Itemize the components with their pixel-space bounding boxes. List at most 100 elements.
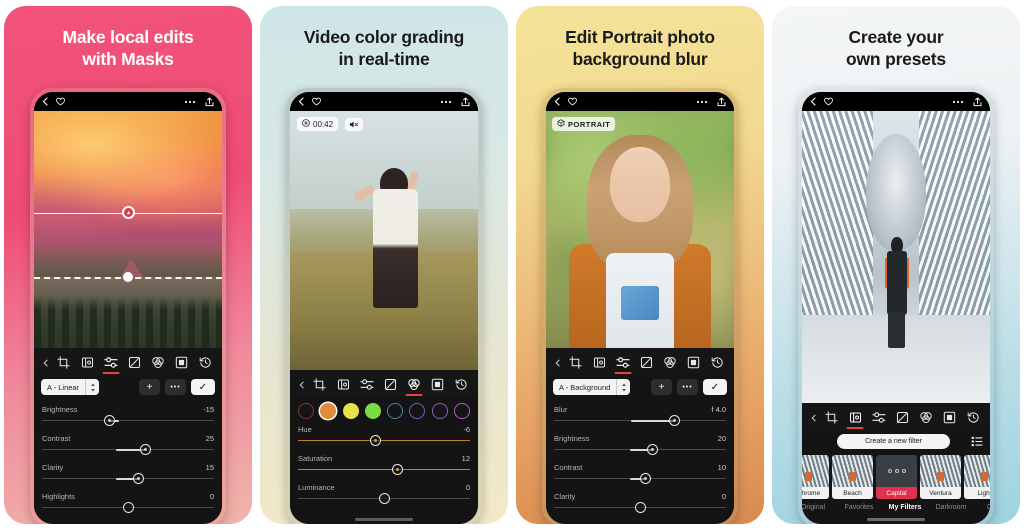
toolbar-back-button[interactable] [295, 375, 308, 394]
preset-thumbnail-row[interactable]: Chrome Beach Capital Ventura [802, 454, 990, 499]
vignette-icon[interactable] [170, 353, 194, 372]
tab-darkroom[interactable]: Darkroom [928, 504, 974, 511]
photo-canvas[interactable] [34, 111, 222, 348]
preset-item[interactable]: Light [964, 455, 990, 499]
create-new-filter-button[interactable]: Create a new filter [837, 434, 950, 449]
mask-falloff-handle[interactable] [123, 271, 133, 282]
history-icon[interactable] [193, 353, 217, 372]
slider-brightness[interactable]: Brightness 20 [554, 431, 726, 460]
slider-knob[interactable] [378, 493, 390, 504]
stepper-updown-icon[interactable] [85, 379, 99, 395]
ellipsis-icon[interactable] [696, 100, 708, 104]
sliders-icon[interactable] [867, 408, 891, 427]
chevron-left-icon[interactable] [42, 97, 48, 106]
share-icon[interactable] [205, 97, 214, 107]
tab-original[interactable]: Original [802, 504, 836, 511]
swatch-yellow[interactable] [342, 403, 359, 419]
stepper-updown-icon[interactable] [616, 379, 630, 395]
slider-hue[interactable]: Hue -6 [298, 422, 470, 451]
slider-saturation[interactable]: Saturation 12 [298, 451, 470, 480]
photo-canvas[interactable] [802, 111, 990, 403]
swatch-magenta[interactable] [453, 403, 470, 419]
ellipsis-icon[interactable] [952, 100, 964, 104]
slider-brightness[interactable]: Brightness -15 [42, 402, 214, 431]
swatch-green[interactable] [364, 403, 381, 419]
color-wheel-icon[interactable] [146, 353, 170, 372]
curves-icon[interactable] [123, 353, 147, 372]
curves-icon[interactable] [635, 353, 659, 372]
slider-knob[interactable] [639, 473, 651, 484]
photo-canvas[interactable]: PORTRAIT [546, 111, 734, 348]
slider-blur[interactable]: Blur f 4.0 [554, 402, 726, 431]
color-wheel-icon[interactable] [914, 408, 938, 427]
portrait-mode-badge[interactable]: PORTRAIT [552, 117, 616, 131]
add-mask-button[interactable]: + [139, 379, 160, 395]
presets-icon[interactable] [76, 353, 100, 372]
presets-icon[interactable] [844, 408, 868, 427]
sliders-icon[interactable] [99, 353, 123, 372]
confirm-mask-button[interactable]: ✓ [703, 379, 727, 395]
swatch-purple[interactable] [431, 403, 448, 419]
history-icon[interactable] [705, 353, 729, 372]
toolbar-back-button[interactable] [39, 353, 52, 372]
presets-icon[interactable] [588, 353, 612, 372]
curves-icon[interactable] [891, 408, 915, 427]
slider-knob[interactable] [132, 473, 144, 484]
color-wheel-icon[interactable] [402, 375, 426, 394]
share-icon[interactable] [973, 97, 982, 107]
presets-icon[interactable] [332, 375, 356, 394]
video-canvas[interactable]: 00:42 [290, 111, 478, 370]
preset-item-selected[interactable]: Capital [876, 455, 917, 499]
chevron-left-icon[interactable] [810, 97, 816, 106]
speaker-muted-icon[interactable] [345, 117, 364, 131]
mask-select[interactable]: A - Background [553, 379, 631, 395]
swatch-orange[interactable] [320, 403, 337, 419]
slider-highlights[interactable]: Highlights 0 [42, 489, 214, 518]
vignette-icon[interactable] [938, 408, 962, 427]
slider-knob[interactable] [369, 435, 381, 446]
slider-contrast[interactable]: Contrast 10 [554, 460, 726, 489]
mask-select[interactable]: A - Linear [41, 379, 100, 395]
share-icon[interactable] [461, 97, 470, 107]
tab-my-filters[interactable]: My Filters [882, 504, 928, 511]
tab-favorites[interactable]: Favorites [836, 504, 882, 511]
video-timecode-badge[interactable]: 00:42 [297, 117, 339, 131]
slider-luminance[interactable]: Luminance 0 [298, 480, 470, 509]
crop-icon[interactable] [52, 353, 76, 372]
chevron-left-icon[interactable] [554, 97, 560, 106]
ellipsis-icon[interactable] [440, 100, 452, 104]
toolbar-back-button[interactable] [551, 353, 564, 372]
vignette-icon[interactable] [426, 375, 450, 394]
preset-item[interactable]: Chrome [802, 455, 829, 499]
preset-item[interactable]: Ventura [920, 455, 961, 499]
ellipsis-icon[interactable] [184, 100, 196, 104]
chevron-left-icon[interactable] [298, 97, 304, 106]
slider-knob[interactable] [139, 444, 151, 455]
tab-cinematic[interactable]: Cinem [974, 504, 990, 511]
sliders-icon[interactable] [611, 353, 635, 372]
vignette-icon[interactable] [682, 353, 706, 372]
slider-knob[interactable] [122, 502, 134, 513]
swatch-blue[interactable] [409, 403, 426, 419]
history-icon[interactable] [449, 375, 473, 394]
preset-item[interactable]: Beach [832, 455, 873, 499]
slider-knob[interactable] [668, 415, 680, 426]
slider-knob[interactable] [392, 464, 404, 475]
heart-icon[interactable] [824, 97, 833, 106]
list-view-icon[interactable] [971, 436, 983, 447]
swatch-red[interactable] [298, 403, 314, 419]
heart-icon[interactable] [312, 97, 321, 106]
swatch-aqua[interactable] [387, 403, 404, 419]
slider-knob[interactable] [646, 444, 658, 455]
sliders-icon[interactable] [355, 375, 379, 394]
crop-icon[interactable] [308, 375, 332, 394]
crop-icon[interactable] [564, 353, 588, 372]
toolbar-back-button[interactable] [807, 408, 820, 427]
history-icon[interactable] [961, 408, 985, 427]
mask-more-button[interactable]: ••• [165, 379, 186, 395]
crop-icon[interactable] [820, 408, 844, 427]
confirm-mask-button[interactable]: ✓ [191, 379, 215, 395]
slider-clarity[interactable]: Clarity 15 [42, 460, 214, 489]
share-icon[interactable] [717, 97, 726, 107]
heart-icon[interactable] [568, 97, 577, 106]
